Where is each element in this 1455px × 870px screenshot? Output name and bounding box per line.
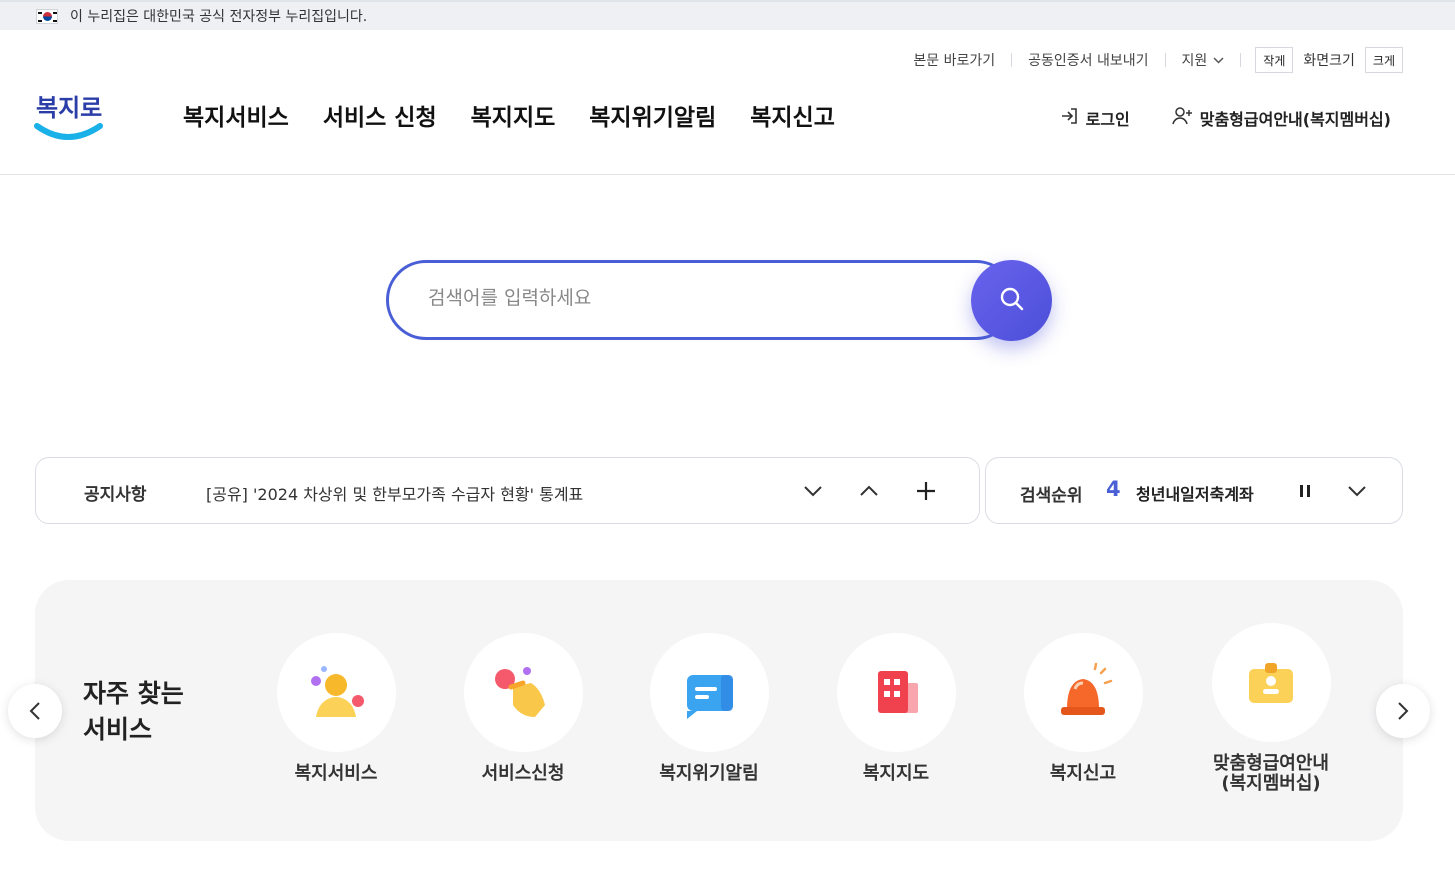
- plus-icon: [917, 482, 935, 500]
- tap-hand-icon: [495, 666, 545, 717]
- service-welfare-map[interactable]: 복지지도: [816, 633, 976, 784]
- nav-crisis-alert[interactable]: 복지위기알림: [589, 98, 716, 132]
- membership-label: 맞춤형급여안내(복지멤버십): [1199, 110, 1391, 129]
- cert-export-link[interactable]: 공동인증서 내보내기: [1012, 46, 1164, 74]
- nav-welfare-service[interactable]: 복지서비스: [183, 98, 289, 132]
- carousel-next-button[interactable]: [1376, 684, 1430, 738]
- pause-icon: [1300, 485, 1310, 497]
- search-area: [386, 260, 1052, 342]
- nav-service-apply[interactable]: 서비스 신청: [323, 98, 437, 132]
- gov-banner-text: 이 누리집은 대한민국 공식 전자정부 누리집입니다.: [70, 9, 368, 25]
- ranking-label: 검색순위: [1020, 486, 1083, 506]
- service-membership[interactable]: 맞춤형급여안내 (복지멤버십): [1191, 623, 1351, 794]
- notice-bar: 공지사항 [공유] '2024 차상위 및 한부모가족 수급자 현황' 통계표: [35, 457, 980, 524]
- chevron-down-icon: [1348, 486, 1366, 497]
- font-large-button[interactable]: 크게: [1364, 47, 1403, 73]
- login-label: 로그인: [1085, 110, 1130, 129]
- chevron-up-icon: [860, 485, 878, 496]
- chevron-down-icon: [1213, 53, 1224, 67]
- id-badge-icon: [1249, 662, 1293, 703]
- carousel-prev-button[interactable]: [8, 684, 62, 738]
- ranking-number: 4: [1106, 477, 1121, 501]
- support-menu[interactable]: 지원: [1166, 46, 1241, 74]
- service-label: 복지위기알림: [659, 763, 759, 784]
- font-small-button[interactable]: 작게: [1255, 47, 1294, 73]
- main-nav: 복지서비스 서비스 신청 복지지도 복지위기알림 복지신고: [183, 98, 835, 132]
- frequent-services-title: 자주 찾는 서비스: [83, 679, 184, 744]
- header-actions: 로그인 맞춤형급여안내(복지멤버십): [1060, 106, 1391, 130]
- service-apply[interactable]: 서비스신청: [443, 633, 603, 784]
- support-label: 지원: [1181, 53, 1208, 69]
- service-label: 서비스신청: [481, 763, 565, 784]
- pause-button[interactable]: [1290, 476, 1320, 506]
- notice-text[interactable]: [공유] '2024 차상위 및 한부모가족 수급자 현황' 통계표: [206, 481, 583, 505]
- search-ranking-bar: 검색순위 4 청년내일저축계좌: [985, 457, 1403, 524]
- person-icon: [311, 665, 364, 717]
- siren-icon: [1061, 662, 1113, 715]
- divider: [1240, 53, 1242, 67]
- notice-more-button[interactable]: [911, 476, 941, 506]
- nav-welfare-map[interactable]: 복지지도: [471, 98, 556, 132]
- frequent-services-panel: 자주 찾는 서비스 복지서비스 서비스신청 복지위기알림 복지지도 복지신고 맞…: [35, 580, 1403, 841]
- search-button[interactable]: [971, 260, 1052, 341]
- search-input[interactable]: [428, 280, 948, 316]
- login-button[interactable]: 로그인: [1060, 106, 1130, 130]
- membership-button[interactable]: 맞춤형급여안내(복지멤버십): [1172, 106, 1391, 130]
- notice-label: 공지사항: [84, 485, 147, 505]
- notice-prev-button[interactable]: [854, 476, 884, 506]
- service-label: 복지지도: [862, 763, 930, 784]
- logo-text: 복지로: [36, 94, 102, 122]
- service-label: 복지서비스: [294, 763, 378, 784]
- building-icon: [878, 670, 918, 713]
- ranking-expand-button[interactable]: [1342, 476, 1372, 506]
- login-icon: [1060, 106, 1080, 130]
- search-icon: [998, 285, 1026, 317]
- korea-flag-icon: [36, 8, 58, 24]
- service-welfare-report[interactable]: 복지신고: [1003, 633, 1163, 784]
- ranking-term[interactable]: 청년내일저축계좌: [1136, 481, 1254, 505]
- service-welfare-service[interactable]: 복지서비스: [256, 633, 416, 784]
- service-label: 맞춤형급여안내 (복지멤버십): [1213, 753, 1329, 794]
- gov-banner: 이 누리집은 대한민국 공식 전자정부 누리집입니다.: [0, 0, 1455, 30]
- service-crisis-alert[interactable]: 복지위기알림: [629, 633, 789, 784]
- notice-next-button[interactable]: [798, 476, 828, 506]
- bokjiro-logo[interactable]: 복지로: [34, 82, 104, 144]
- font-size-label: 화면크기: [1303, 53, 1355, 69]
- chevron-left-icon: [29, 702, 40, 720]
- utility-nav: 본문 바로가기 공동인증서 내보내기 지원 작게 화면크기 크게: [897, 46, 1403, 74]
- add-user-icon: [1172, 106, 1194, 130]
- header-divider: [0, 174, 1455, 175]
- chevron-down-icon: [804, 486, 822, 497]
- skip-to-content-link[interactable]: 본문 바로가기: [897, 46, 1011, 74]
- message-icon: [687, 674, 733, 719]
- nav-welfare-report[interactable]: 복지신고: [750, 98, 835, 132]
- chevron-right-icon: [1398, 702, 1409, 720]
- service-label: 복지신고: [1049, 763, 1117, 784]
